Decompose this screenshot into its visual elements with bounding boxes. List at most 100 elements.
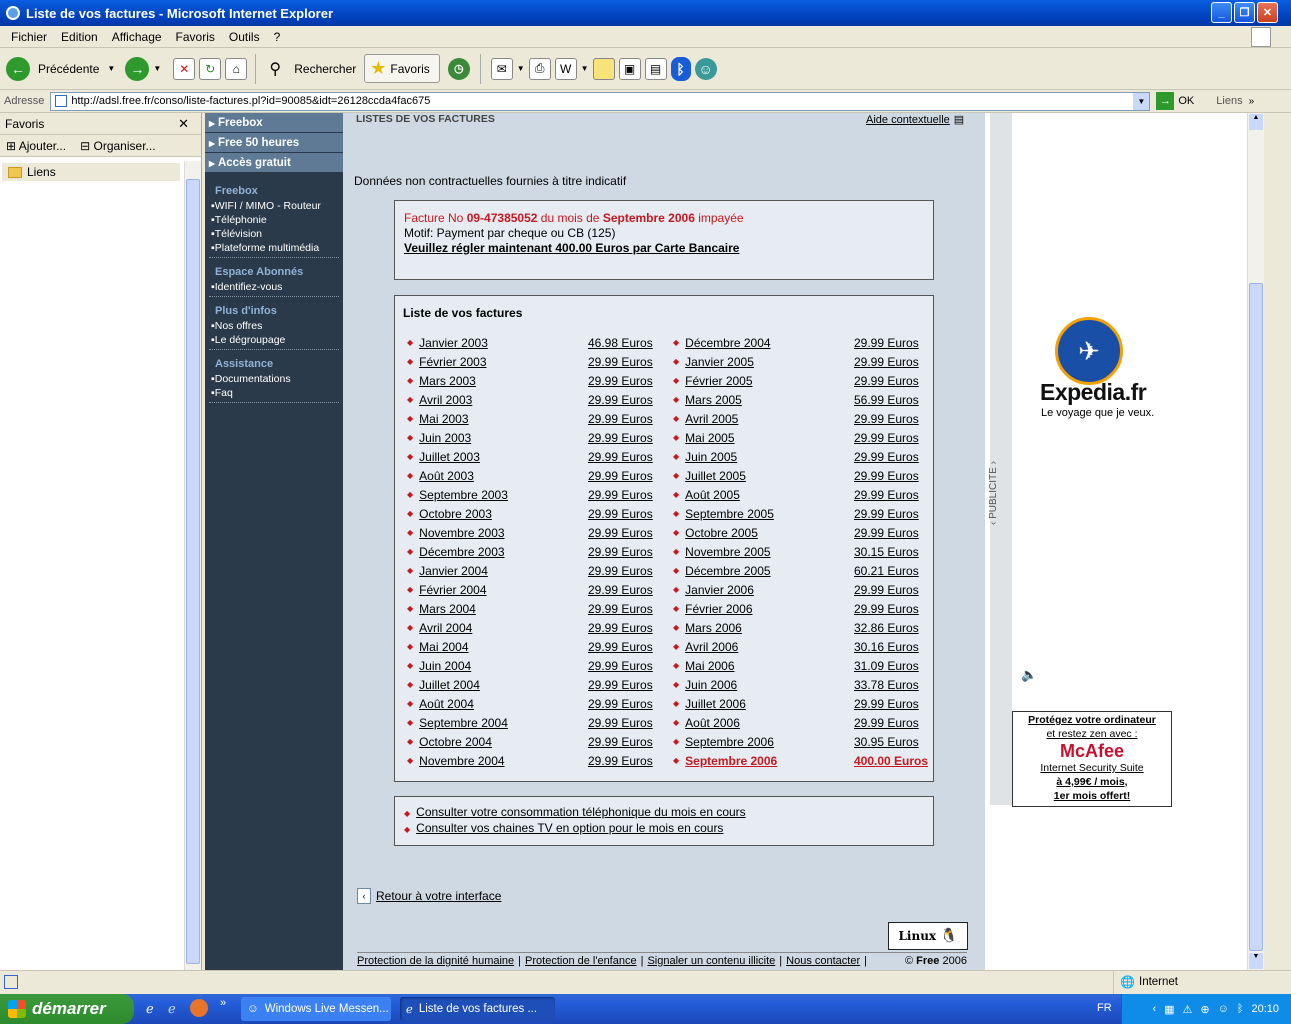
note-icon[interactable]: [592, 57, 615, 80]
tray-chevron-icon[interactable]: ‹: [1152, 1003, 1156, 1015]
language-indicator[interactable]: FR: [1097, 1002, 1112, 1014]
invoice-amount-link[interactable]: 29.99 Euros: [854, 580, 919, 599]
invoice-month-link[interactable]: Mai 2005: [685, 431, 734, 445]
go-arrow-icon[interactable]: →: [1156, 92, 1175, 110]
address-dropdown-icon[interactable]: ▼: [1133, 92, 1150, 110]
invoice-amount-link[interactable]: 29.99 Euros: [588, 751, 653, 770]
invoice-amount-link[interactable]: 29.99 Euros: [588, 618, 653, 637]
invoice-month-link[interactable]: Avril 2006: [685, 640, 738, 654]
extra-link-consumption[interactable]: ◆ Consulter votre consommation téléphoniq…: [404, 805, 924, 821]
invoice-amount-link[interactable]: 29.99 Euros: [588, 542, 653, 561]
invoice-amount-link[interactable]: 29.99 Euros: [588, 694, 653, 713]
speaker-icon[interactable]: 🔈: [1021, 667, 1037, 683]
menu-fichier[interactable]: Fichier: [4, 30, 54, 44]
page-scroll-thumb[interactable]: [1249, 283, 1263, 951]
messenger-device-icon[interactable]: ▣: [618, 57, 641, 80]
invoice-month-link[interactable]: Avril 2005: [685, 412, 738, 426]
invoice-month-link[interactable]: Juillet 2006: [685, 697, 746, 711]
invoice-month-link[interactable]: Février 2006: [685, 602, 752, 616]
invoice-amount-link[interactable]: 30.16 Euros: [854, 637, 919, 656]
linux-badge[interactable]: Linux 🐧: [888, 922, 968, 950]
add-favorite-button[interactable]: ⊞ Ajouter...: [6, 139, 66, 153]
invoice-month-link[interactable]: Août 2003: [419, 469, 474, 483]
help-link[interactable]: Aide contextuelle ▤: [866, 113, 964, 127]
favorites-folder-links[interactable]: Liens: [2, 163, 180, 181]
refresh-icon[interactable]: ↻: [199, 57, 222, 80]
invoice-amount-link[interactable]: 29.99 Euros: [854, 371, 919, 390]
invoice-amount-link[interactable]: 29.99 Euros: [588, 409, 653, 428]
task-messenger[interactable]: ☺ Windows Live Messen...: [241, 997, 391, 1021]
invoice-amount-link[interactable]: 60.21 Euros: [854, 561, 919, 580]
links-label[interactable]: Liens: [1216, 95, 1242, 107]
invoice-month-link[interactable]: Avril 2004: [419, 621, 472, 635]
invoice-amount-link[interactable]: 29.99 Euros: [588, 713, 653, 732]
invoice-month-link[interactable]: Mai 2003: [419, 412, 468, 426]
favorites-button[interactable]: ★ Favoris: [364, 54, 440, 83]
invoice-month-link[interactable]: Janvier 2005: [685, 355, 754, 369]
invoice-amount-link[interactable]: 30.95 Euros: [854, 732, 919, 751]
invoice-amount-link[interactable]: 29.99 Euros: [854, 504, 919, 523]
invoice-month-link[interactable]: Janvier 2006: [685, 583, 754, 597]
nav-item-faq[interactable]: ▪Faq: [205, 386, 343, 400]
nav-tab-acces[interactable]: ▸ Accès gratuit: [205, 153, 343, 172]
tray-network-icon[interactable]: ▦: [1164, 1003, 1174, 1016]
invoice-amount-link[interactable]: 29.99 Euros: [588, 428, 653, 447]
search-button-label[interactable]: Rechercher: [294, 62, 356, 76]
back-to-interface-link[interactable]: ‹ Retour à votre interface: [357, 888, 501, 904]
menu-affichage[interactable]: Affichage: [105, 30, 169, 44]
footer-link-enfance[interactable]: Protection de l'enfance: [525, 955, 637, 967]
invoice-month-link[interactable]: Septembre 2006: [685, 735, 774, 749]
invoice-month-link[interactable]: Mars 2006: [685, 621, 742, 635]
invoice-month-link[interactable]: Septembre 2006: [685, 754, 777, 768]
search-icon[interactable]: ⚲: [264, 58, 286, 80]
nav-item-offres[interactable]: ▪Nos offres: [205, 319, 343, 333]
organize-favorites-button[interactable]: ⊟ Organiser...: [80, 139, 155, 153]
menu-favoris[interactable]: Favoris: [169, 30, 222, 44]
scroll-up-icon[interactable]: ▲: [1249, 114, 1263, 130]
invoice-month-link[interactable]: Novembre 2003: [419, 526, 504, 540]
invoice-month-link[interactable]: Septembre 2005: [685, 507, 774, 521]
mail-dropdown-icon[interactable]: ▼: [517, 64, 525, 73]
expedia-globe-icon[interactable]: ✈: [1055, 317, 1123, 385]
invoice-month-link[interactable]: Août 2005: [685, 488, 740, 502]
tray-bluetooth-icon[interactable]: ᛒ: [1237, 1003, 1244, 1015]
back-button-label[interactable]: Précédente: [38, 62, 99, 76]
invoice-month-link[interactable]: Octobre 2005: [685, 526, 758, 540]
invoice-month-link[interactable]: Août 2004: [419, 697, 474, 711]
research-icon[interactable]: ▤: [644, 57, 667, 80]
footer-link-contact[interactable]: Nous contacter: [786, 955, 860, 967]
invoice-month-link[interactable]: Avril 2003: [419, 393, 472, 407]
mail-icon[interactable]: ✉: [490, 57, 513, 80]
invoice-month-link[interactable]: Juin 2004: [419, 659, 471, 673]
invoice-amount-link[interactable]: 29.99 Euros: [588, 371, 653, 390]
scroll-down-icon[interactable]: ▼: [1249, 953, 1263, 969]
invoice-month-link[interactable]: Juin 2006: [685, 678, 737, 692]
nav-item-degroupage[interactable]: ▪Le dégroupage: [205, 333, 343, 347]
invoice-month-link[interactable]: Décembre 2004: [685, 336, 770, 350]
menu-edition[interactable]: Edition: [54, 30, 105, 44]
address-input[interactable]: http://adsl.free.fr/conso/liste-factures…: [50, 91, 1151, 111]
invoice-month-link[interactable]: Mars 2004: [419, 602, 476, 616]
nav-item-wifi[interactable]: ▪WIFI / MIMO - Routeur: [205, 199, 343, 213]
invoice-amount-link[interactable]: 29.99 Euros: [854, 523, 919, 542]
invoice-amount-link[interactable]: 29.99 Euros: [588, 523, 653, 542]
invoice-month-link[interactable]: Juillet 2004: [419, 678, 480, 692]
forward-dropdown-icon[interactable]: ▼: [153, 64, 161, 73]
invoice-amount-link[interactable]: 29.99 Euros: [854, 428, 919, 447]
invoice-amount-link[interactable]: 29.99 Euros: [588, 599, 653, 618]
invoice-month-link[interactable]: Octobre 2003: [419, 507, 492, 521]
stop-icon[interactable]: ✕: [173, 57, 196, 80]
invoice-month-link[interactable]: Juin 2003: [419, 431, 471, 445]
quicklaunch-ie2-icon[interactable]: ℯ: [168, 1001, 176, 1017]
invoice-amount-link[interactable]: 29.99 Euros: [588, 466, 653, 485]
invoice-amount-link[interactable]: 29.99 Euros: [588, 485, 653, 504]
extra-link-tv[interactable]: ◆ Consulter vos chaines TV en option pour…: [404, 821, 924, 837]
invoice-amount-link[interactable]: 29.99 Euros: [854, 713, 919, 732]
invoice-month-link[interactable]: Novembre 2004: [419, 754, 504, 768]
invoice-month-link[interactable]: Juillet 2005: [685, 469, 746, 483]
invoice-amount-link[interactable]: 32.86 Euros: [854, 618, 919, 637]
footer-link-dignite[interactable]: Protection de la dignité humaine: [357, 955, 514, 967]
invoice-amount-link[interactable]: 29.99 Euros: [588, 732, 653, 751]
invoice-month-link[interactable]: Janvier 2004: [419, 564, 488, 578]
invoice-amount-link[interactable]: 29.99 Euros: [854, 466, 919, 485]
